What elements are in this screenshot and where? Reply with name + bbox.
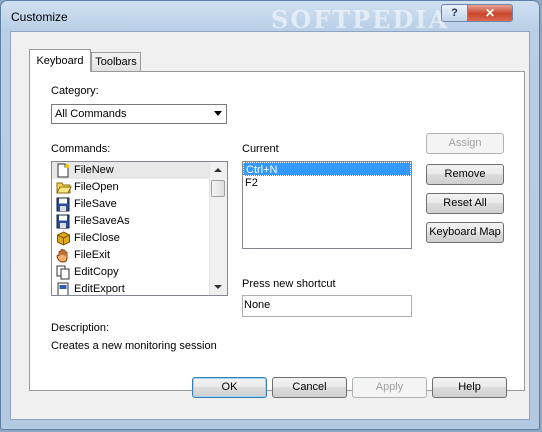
apply-button[interactable]: Apply	[352, 377, 427, 398]
list-item-label: EditCopy	[74, 266, 119, 278]
list-item-label: FileClose	[74, 232, 120, 244]
remove-button[interactable]: Remove	[426, 164, 504, 185]
list-item-label: FileExit	[74, 249, 111, 261]
title-bar[interactable]: Customize SOFTPEDIA ? ✕	[1, 1, 539, 34]
watermark: SOFTPEDIA	[271, 5, 450, 34]
chevron-down-icon	[214, 111, 222, 116]
floppy-disk-icon	[56, 197, 70, 212]
list-item[interactable]: FileExit	[52, 247, 210, 264]
list-item-label: FileNew	[74, 164, 114, 176]
list-item-label: EditExport	[74, 283, 125, 295]
dialog-client-area: Keyboard Toolbars Category: All Commands…	[10, 31, 530, 420]
scrollbar-thumb[interactable]	[211, 180, 225, 197]
floppy-disk-icon	[56, 214, 70, 229]
list-item[interactable]: FileOpen	[52, 179, 210, 196]
new-file-icon	[57, 163, 69, 178]
description-text: Creates a new monitoring session	[51, 340, 217, 352]
open-folder-icon	[56, 182, 72, 194]
current-label: Current	[242, 143, 279, 155]
scroll-down-icon[interactable]	[214, 285, 222, 289]
shortcut-input[interactable]	[244, 299, 404, 311]
close-button[interactable]: ✕	[467, 4, 513, 22]
list-item[interactable]: FileClose	[52, 230, 210, 247]
list-item[interactable]: Ctrl+N	[243, 162, 411, 176]
category-dropdown[interactable]: All Commands	[51, 104, 227, 124]
customize-window: Customize SOFTPEDIA ? ✕ Keyboard Toolbar…	[0, 0, 540, 430]
category-value: All Commands	[55, 108, 127, 120]
shortcut-label: Press new shortcut	[242, 278, 336, 290]
list-item-label: FileSave	[74, 198, 117, 210]
list-item-label: FileSaveAs	[74, 215, 130, 227]
list-item[interactable]: F2	[243, 176, 411, 190]
copy-icon	[56, 265, 70, 280]
cancel-button[interactable]: Cancel	[272, 377, 347, 398]
list-item[interactable]: EditExport	[52, 281, 210, 295]
description-label: Description:	[51, 322, 110, 334]
keyboard-panel: Category: All Commands Commands: FileNew…	[29, 71, 525, 391]
list-item[interactable]: EditCopy	[52, 264, 210, 281]
commands-label: Commands:	[51, 143, 111, 155]
tab-keyboard[interactable]: Keyboard	[29, 49, 91, 72]
scroll-up-icon[interactable]	[214, 168, 222, 172]
window-title: Customize	[11, 10, 68, 24]
category-label: Category:	[51, 85, 99, 97]
export-icon	[57, 282, 69, 295]
tab-toolbars[interactable]: Toolbars	[91, 52, 141, 72]
hand-icon	[56, 249, 68, 263]
ok-button[interactable]: OK	[192, 377, 267, 398]
list-item[interactable]: FileSaveAs	[52, 213, 210, 230]
commands-list[interactable]: FileNew FileOpen FileSave FileSaveAs Fil…	[51, 161, 228, 296]
current-shortcuts-list[interactable]: Ctrl+N F2	[242, 161, 412, 249]
close-box-icon	[57, 231, 70, 246]
assign-button[interactable]: Assign	[426, 133, 504, 154]
reset-all-button[interactable]: Reset All	[426, 193, 504, 214]
list-item[interactable]: FileSave	[52, 196, 210, 213]
help-titlebar-button[interactable]: ?	[441, 4, 468, 22]
shortcut-field[interactable]	[242, 295, 412, 317]
commands-scrollbar[interactable]	[209, 162, 227, 295]
list-item-label: FileOpen	[74, 181, 119, 193]
keyboard-map-button[interactable]: Keyboard Map	[426, 222, 504, 243]
help-button[interactable]: Help	[432, 377, 507, 398]
list-item[interactable]: FileNew	[52, 162, 210, 179]
